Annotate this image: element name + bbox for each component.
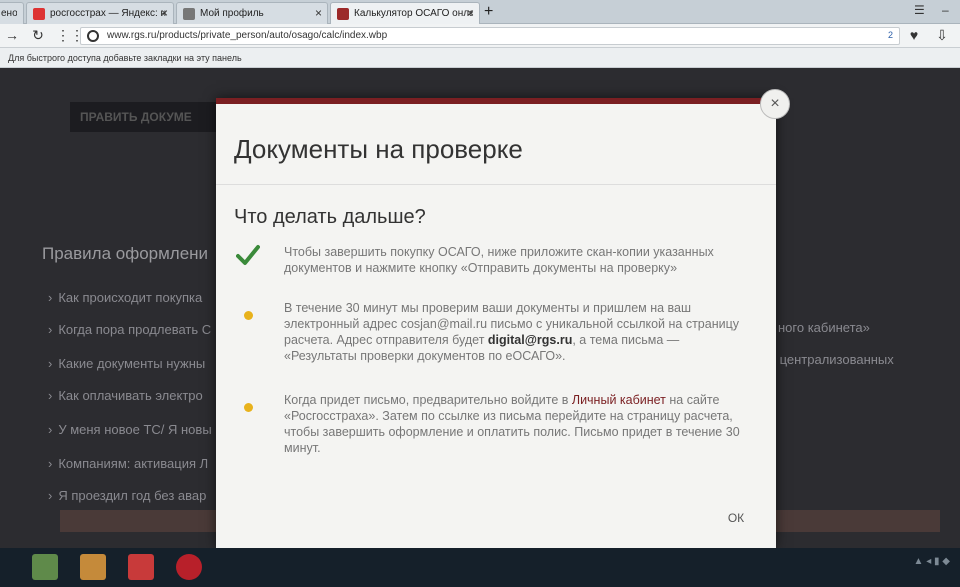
modal-divider <box>216 184 776 185</box>
tab-partial[interactable]: ено <box>0 2 24 24</box>
faq-item: Какие документы нужны <box>48 356 205 371</box>
calculator-icon[interactable] <box>32 554 58 580</box>
minimize-icon[interactable]: – <box>942 3 949 17</box>
tab-label: росгосстрах — Яндекс: н <box>50 8 167 19</box>
faq-item: Я проездил год без авар <box>48 488 206 503</box>
step-3-text: Когда придет письмо, предварительно войд… <box>284 392 744 456</box>
faq-item: Как происходит покупка <box>48 290 202 305</box>
rules-section-title: Правила оформлени <box>42 244 209 263</box>
step-1-text: Чтобы завершить покупку ОСАГО, ниже прил… <box>284 245 714 275</box>
forward-icon[interactable]: → <box>4 27 20 43</box>
tab-osago-calc[interactable]: Калькулятор ОСАГО онла × <box>330 2 480 24</box>
extension-badge[interactable]: 2 <box>888 30 893 40</box>
bookmarks-bar: Для быстрого доступа добавьте закладки н… <box>0 48 960 68</box>
faq-side-text: ного кабинета» <box>778 320 870 335</box>
step-2-text: В течение 30 минут мы проверим ваши доку… <box>284 300 744 364</box>
faq-item: У меня новое ТС/ Я новы <box>48 422 211 437</box>
sender-email: digital@rgs.ru <box>487 333 573 347</box>
check-icon <box>236 245 260 265</box>
tab-label: Калькулятор ОСАГО онла <box>354 8 473 19</box>
url-field[interactable]: www.rgs.ru/products/private_person/auto/… <box>80 27 900 45</box>
heart-icon[interactable]: ♥ <box>906 27 922 43</box>
opera-icon[interactable] <box>176 554 202 580</box>
personal-account-link[interactable]: Личный кабинет <box>572 393 666 407</box>
new-tab-icon[interactable]: + <box>484 3 493 21</box>
reload-icon[interactable]: ↻ <box>30 27 46 44</box>
browser-tab-bar: ено росгосстрах — Яндекс: н × Мой профил… <box>0 0 960 24</box>
tab-profile[interactable]: Мой профиль × <box>176 2 328 24</box>
tab-label: Мой профиль <box>200 8 264 19</box>
site-info-icon[interactable] <box>87 30 99 42</box>
menu-icon[interactable]: ☰ <box>914 3 925 17</box>
bullet-icon <box>244 403 253 412</box>
close-icon[interactable]: × <box>315 6 322 20</box>
app-icon[interactable] <box>128 554 154 580</box>
taskbar: ▲ ◂ ▮ ◆ <box>0 548 960 587</box>
documents-review-modal: Документы на проверке Что делать дальше?… <box>216 98 776 548</box>
modal-subtitle: Что делать дальше? <box>234 206 426 228</box>
site-icon <box>183 7 195 20</box>
ok-button[interactable]: ОК <box>721 506 751 530</box>
url-text: www.rgs.ru/products/private_person/auto/… <box>107 30 388 41</box>
faq-item: Компаниям: активация Л <box>48 456 208 471</box>
tab-label: ено <box>1 8 17 19</box>
modal-title: Документы на проверке <box>234 134 523 164</box>
app-icon[interactable] <box>80 554 106 580</box>
send-documents-button: ПРАВИТЬ ДОКУМЕ <box>70 102 230 132</box>
apps-grid-icon[interactable]: ⋮⋮ <box>56 27 84 44</box>
rgs-icon <box>337 7 349 20</box>
close-modal-button[interactable]: × <box>760 89 790 119</box>
bullet-icon <box>244 311 253 320</box>
address-bar: → ↻ ⋮⋮ www.rgs.ru/products/private_perso… <box>0 24 960 48</box>
faq-item: Когда пора продлевать С <box>48 322 211 337</box>
tab-yandex[interactable]: росгосстрах — Яндекс: н × <box>26 2 174 24</box>
step-3-part: Когда придет письмо, предварительно войд… <box>284 393 572 407</box>
bookmarks-hint: Для быстрого доступа добавьте закладки н… <box>8 53 242 63</box>
yandex-icon <box>33 7 45 20</box>
close-icon[interactable]: × <box>161 6 168 20</box>
faq-side-text: т централизованных <box>770 352 894 367</box>
faq-item: Как оплачивать электро <box>48 388 202 403</box>
download-icon[interactable]: ⇩ <box>934 27 950 44</box>
system-tray[interactable]: ▲ ◂ ▮ ◆ <box>914 556 950 567</box>
close-icon[interactable]: × <box>467 6 474 20</box>
